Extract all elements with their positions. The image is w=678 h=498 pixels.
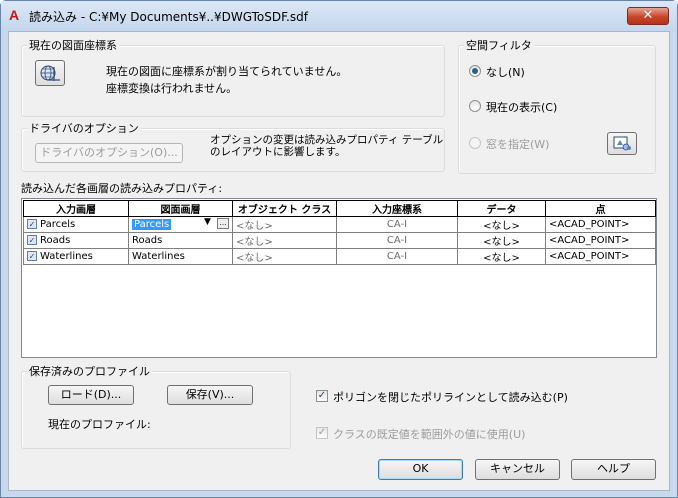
column-header-point[interactable]: 点 xyxy=(545,200,656,217)
column-header-data[interactable]: データ xyxy=(457,200,546,217)
class-default-checkbox[interactable]: ✓ xyxy=(316,427,328,439)
import-dialog-window: A 読み込み - C:¥My Documents¥..¥DWGToSDF.sdf… xyxy=(0,0,678,498)
layer-include-checkbox[interactable]: ✓ xyxy=(27,235,37,245)
data-cell[interactable]: <なし> xyxy=(457,216,546,233)
title-bar[interactable]: A 読み込み - C:¥My Documents¥..¥DWGToSDF.sdf… xyxy=(1,1,677,31)
input-layer-name: Waterlines xyxy=(40,251,93,262)
drawing-layer-cell[interactable]: Roads xyxy=(128,232,233,249)
help-button[interactable]: ヘルプ xyxy=(571,459,656,480)
object-class-cell[interactable]: <なし> xyxy=(232,216,337,233)
object-class-cell[interactable]: <なし> xyxy=(232,248,337,265)
table-header-row: 入力画層 図面画層 オブジェクト クラス 入力座標系 データ 点 xyxy=(23,200,656,217)
coordinate-system-message-2: 座標変換は行われません。 xyxy=(106,82,238,95)
ok-button[interactable]: OK xyxy=(378,459,463,480)
filter-window-label[interactable]: 窓を指定(W) xyxy=(486,136,549,152)
table-row[interactable]: ✓ Parcels Parcels ▼… <なし> CA-I <なし> <ACAD_… xyxy=(23,216,656,233)
data-cell[interactable]: <なし> xyxy=(457,248,546,265)
current-profile-label: 現在のプロファイル: xyxy=(48,418,151,431)
dialog-body: 現在の図面座標系 現在の図面に座標系が割り当てられていません。 座標変換は行われ… xyxy=(8,31,670,491)
coordinate-system-button[interactable] xyxy=(35,60,65,86)
saved-profiles-group xyxy=(21,371,291,449)
point-cell[interactable]: <ACAD_POINT> xyxy=(545,216,656,233)
filter-window-radio[interactable] xyxy=(469,137,481,149)
input-layer-name: Parcels xyxy=(40,219,76,230)
data-cell[interactable]: <なし> xyxy=(457,232,546,249)
window-select-icon xyxy=(613,136,631,151)
filter-none-radio[interactable] xyxy=(469,65,481,77)
layer-include-checkbox[interactable]: ✓ xyxy=(27,251,37,261)
save-profile-button[interactable]: 保存(V)... xyxy=(167,385,253,405)
coord-system-cell[interactable]: CA-I xyxy=(336,232,458,249)
window-title: 読み込み - C:¥My Documents¥..¥DWGToSDF.sdf xyxy=(29,10,308,24)
point-cell[interactable]: <ACAD_POINT> xyxy=(545,248,656,265)
input-layer-cell[interactable]: ✓ Parcels xyxy=(23,216,129,233)
saved-profiles-legend: 保存済みのプロファイル xyxy=(27,363,152,379)
point-cell[interactable]: <ACAD_POINT> xyxy=(545,232,656,249)
table-row[interactable]: ✓ Waterlines Waterlines <なし> CA-I <なし> <A… xyxy=(23,248,656,265)
cancel-button[interactable]: キャンセル xyxy=(475,459,560,480)
layers-table-grid: 入力画層 図面画層 オブジェクト クラス 入力座標系 データ 点 ✓ Parcel… xyxy=(23,200,656,265)
input-layer-name: Roads xyxy=(40,235,71,246)
coordinate-system-message-1: 現在の図面に座標系が割り当てられていません。 xyxy=(106,65,348,78)
drawing-layer-value[interactable]: Parcels xyxy=(132,219,172,230)
column-header-input-layer[interactable]: 入力画層 xyxy=(23,200,129,217)
filter-current-view-label[interactable]: 現在の表示(C) xyxy=(486,99,557,115)
driver-options-button[interactable]: ドライバのオプション(O)... xyxy=(35,143,183,163)
layers-table-label: 読み込んだ各画層の読み込みプロパティ: xyxy=(21,182,223,195)
drawing-layer-combo[interactable]: Parcels ▼ … xyxy=(128,216,233,233)
dropdown-arrow-icon[interactable]: ▼ xyxy=(204,218,211,228)
load-profile-button[interactable]: ロード(D)... xyxy=(48,385,134,405)
globe-icon xyxy=(40,65,60,81)
browse-ellipsis-button[interactable]: … xyxy=(217,218,229,229)
object-class-cell[interactable]: <なし> xyxy=(232,232,337,249)
table-row[interactable]: ✓ Roads Roads <なし> CA-I <なし> <ACAD_POINT> xyxy=(23,232,656,249)
window-select-button[interactable] xyxy=(607,132,637,155)
driver-options-note: オプションの変更は読み込みプロパティ テーブルのレイアウトに影響します。 xyxy=(210,134,444,158)
filter-current-view-radio[interactable] xyxy=(469,100,481,112)
filter-none-label[interactable]: なし(N) xyxy=(486,64,525,80)
polygon-as-polyline-label[interactable]: ポリゴンを閉じたポリラインとして読み込む(P) xyxy=(333,389,568,405)
coord-system-cell[interactable]: CA-I xyxy=(336,216,458,233)
autocad-app-icon: A xyxy=(9,7,20,23)
column-header-coord-system[interactable]: 入力座標系 xyxy=(336,200,458,217)
input-layer-cell[interactable]: ✓ Roads xyxy=(23,232,129,249)
column-header-object-class[interactable]: オブジェクト クラス xyxy=(232,200,337,217)
class-default-label[interactable]: クラスの既定値を範囲外の値に使用(U) xyxy=(333,426,525,442)
drawing-layer-cell[interactable]: Waterlines xyxy=(128,248,233,265)
polygon-as-polyline-checkbox[interactable]: ✓ xyxy=(316,390,328,402)
layer-include-checkbox[interactable]: ✓ xyxy=(27,219,37,229)
close-button[interactable]: ✕ xyxy=(627,7,669,25)
coord-system-cell[interactable]: CA-I xyxy=(336,248,458,265)
layers-table[interactable]: 入力画層 図面画層 オブジェクト クラス 入力座標系 データ 点 ✓ Parcel… xyxy=(21,198,657,358)
column-header-drawing-layer[interactable]: 図面画層 xyxy=(128,200,233,217)
driver-options-legend: ドライバのオプション xyxy=(27,120,141,136)
input-layer-cell[interactable]: ✓ Waterlines xyxy=(23,248,129,265)
coordinate-system-legend: 現在の図面座標系 xyxy=(27,37,119,53)
spatial-filter-legend: 空間フィルタ xyxy=(464,37,534,53)
